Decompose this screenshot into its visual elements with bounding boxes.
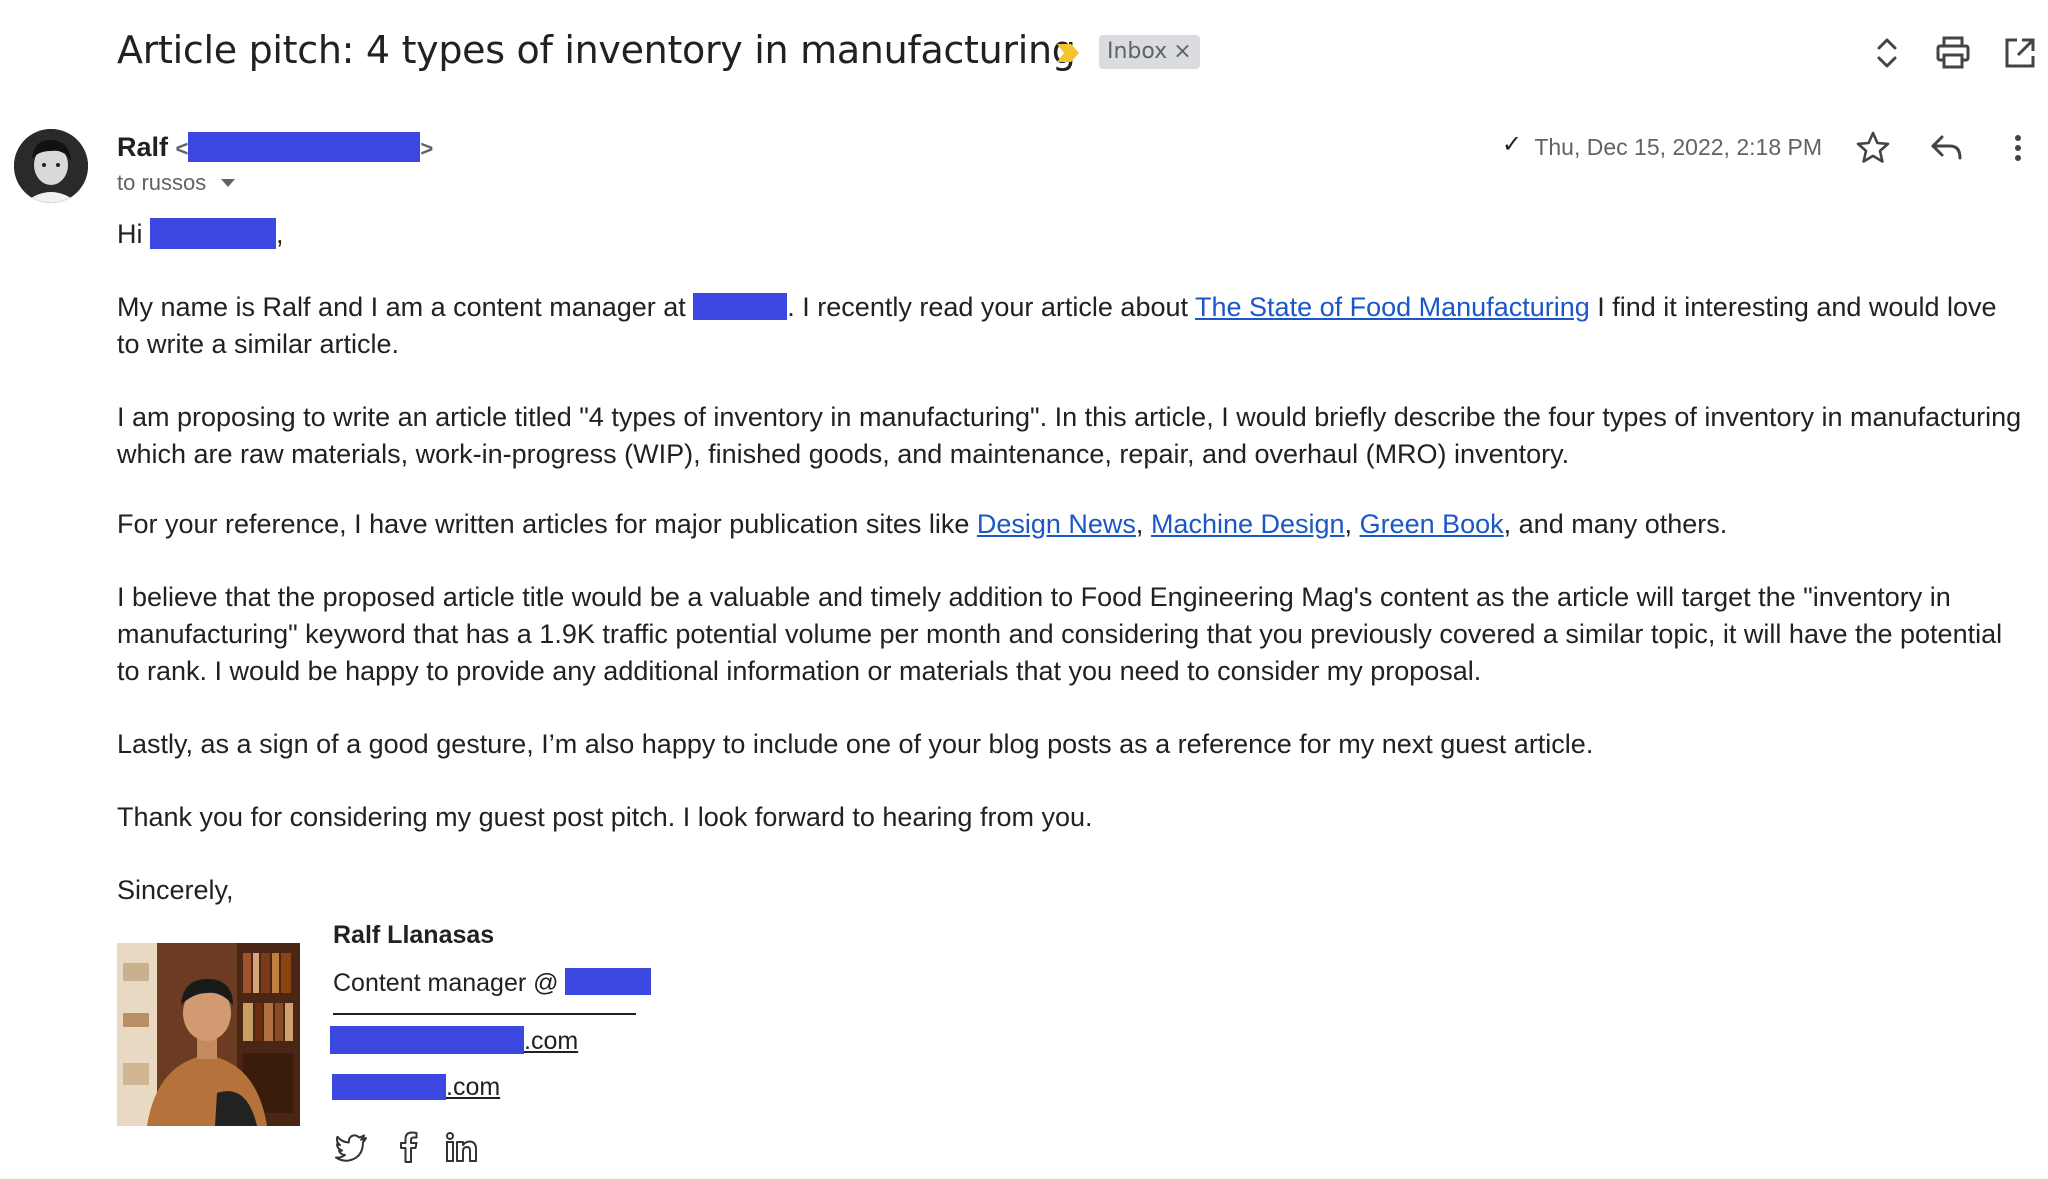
signature-name: Ralf Llanasas	[333, 921, 495, 949]
paragraph-value: I believe that the proposed article titl…	[117, 582, 2003, 686]
remove-label-icon[interactable]: ×	[1173, 39, 1191, 64]
paragraph-proposal: I am proposing to write an article title…	[117, 402, 2022, 469]
more-vert-icon[interactable]	[1998, 128, 2038, 168]
message-body: Hi , My name is Ralf and I am a content …	[117, 216, 2022, 909]
greeting: Hi ,	[117, 216, 2022, 253]
redacted-sender-email	[188, 132, 421, 162]
green-book-link[interactable]: Green Book	[1360, 509, 1504, 539]
facebook-icon[interactable]	[390, 1129, 426, 1165]
sender-line: Ralf < >	[117, 132, 433, 163]
p3-text-b: , and many others.	[1503, 509, 1728, 539]
sender-avatar[interactable]	[14, 129, 88, 203]
p3-sep-2: ,	[1344, 509, 1360, 539]
sender-avatar-image	[14, 129, 88, 203]
sender-name: Ralf	[117, 132, 169, 162]
paragraph-thanks: Thank you for considering my guest post …	[117, 802, 1093, 832]
website-2-suffix: .com	[446, 1073, 501, 1101]
expand-collapse-icon[interactable]	[1867, 33, 1907, 73]
greeting-comma: ,	[276, 219, 284, 249]
email-bracket-open: <	[175, 136, 189, 161]
p1-text-b: . I recently read your article about	[787, 292, 1196, 322]
redacted-website-2	[332, 1074, 446, 1100]
dropdown-caret-icon	[221, 179, 236, 187]
signature-website-link[interactable]: .com	[330, 1026, 578, 1056]
redacted-recipient-name	[150, 218, 277, 249]
paragraph-gesture: Lastly, as a sign of a good gesture, I’m…	[117, 729, 1594, 759]
article-link[interactable]: The State of Food Manufacturing	[1195, 292, 1590, 322]
importance-marker-icon[interactable]	[1055, 40, 1081, 66]
twitter-icon[interactable]	[333, 1129, 369, 1165]
design-news-link[interactable]: Design News	[977, 509, 1136, 539]
message-date: Thu, Dec 15, 2022, 2:18 PM	[1534, 134, 1822, 160]
recipient-line: to russos	[117, 170, 207, 195]
print-icon[interactable]	[1933, 33, 1973, 73]
closing: Sincerely,	[117, 875, 234, 905]
signature-divider	[333, 1013, 636, 1015]
signature-role: Content manager @	[333, 968, 652, 998]
open-new-window-icon[interactable]	[2000, 33, 2040, 73]
redacted-signature-company	[565, 968, 652, 995]
reply-icon[interactable]	[1926, 128, 1966, 168]
signature-photo	[117, 943, 300, 1126]
p3-text-a: For your reference, I have written artic…	[117, 509, 977, 539]
redacted-company	[693, 293, 788, 320]
linkedin-icon[interactable]	[443, 1129, 479, 1165]
signature-website-link-2[interactable]: .com	[332, 1073, 500, 1102]
inbox-label-text: Inbox	[1107, 39, 1168, 64]
email-bracket-close: >	[420, 136, 434, 161]
recipient-details-toggle[interactable]: to russos	[117, 170, 236, 196]
signature-photo-image	[117, 943, 300, 1126]
signature-role-text: Content manager @	[333, 969, 566, 997]
redacted-website-1	[330, 1026, 524, 1054]
check-mark: ✓	[1501, 131, 1522, 158]
p3-sep-1: ,	[1135, 509, 1151, 539]
paragraph-intro: My name is Ralf and I am a content manag…	[117, 289, 2022, 363]
greeting-hi: Hi	[117, 219, 143, 249]
star-icon[interactable]	[1853, 128, 1893, 168]
paragraph-reference: For your reference, I have written artic…	[117, 506, 2022, 543]
machine-design-link[interactable]: Machine Design	[1151, 509, 1345, 539]
email-subject: Article pitch: 4 types of inventory in m…	[117, 28, 1076, 72]
website-1-suffix: .com	[524, 1027, 579, 1055]
inbox-label-chip: Inbox ×	[1099, 35, 1200, 69]
p1-text-a: My name is Ralf and I am a content manag…	[117, 292, 686, 322]
